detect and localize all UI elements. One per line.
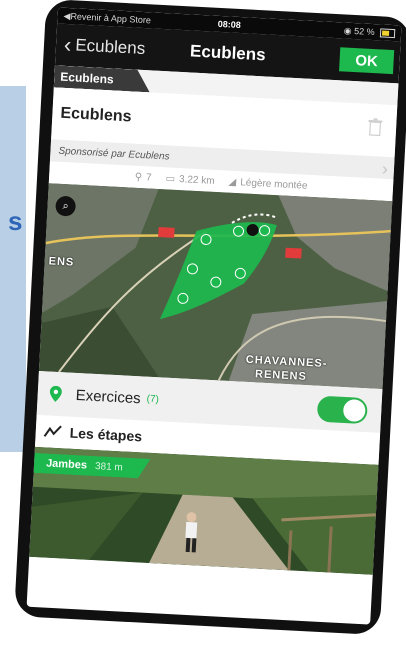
battery-icon [379,27,396,38]
chevron-right-icon: › [381,158,389,179]
sponsor-text: Sponsorisé par Ecublens [58,145,170,162]
steps-title: Les étapes [69,424,143,445]
route-map[interactable]: ⌕ ENS CHAVANNES- RENENS [38,183,393,389]
distance-value: 3.22 km [178,173,215,187]
back-button-label: Ecublens [74,35,146,59]
points-stat: ⚲ 7 [134,171,151,183]
ruler-icon: ▭ [165,172,176,185]
app-screen: ◀Revenir à App Store 08:08 ◉ 52 % ‹ Ecub… [26,7,402,625]
elevation-stat: ◢ Légère montée [228,176,307,191]
cut-off-text-glyph: s [8,206,23,236]
exercises-count: (7) [146,393,160,405]
exercises-label: Exercices [75,386,142,407]
chevron-left-icon: ‹ [63,31,73,58]
trash-icon[interactable] [368,118,383,137]
map-pin-icon [49,385,62,402]
phone-mockup: ◀Revenir à App Store 08:08 ◉ 52 % ‹ Ecub… [14,0,406,636]
ok-button[interactable]: OK [339,47,395,75]
step-photo-card[interactable]: Jambes 381 m [29,446,379,575]
satellite-map-graphic [38,183,393,389]
points-count: 7 [145,171,152,184]
pin-small-icon: ⚲ [134,171,143,183]
battery-percent: 52 % [353,25,375,37]
step-distance: 381 m [94,460,124,473]
location-icon: ◉ [343,24,352,36]
elevation-value: Légère montée [239,176,308,192]
back-button[interactable]: ‹ Ecublens [55,31,146,60]
exercises-toggle[interactable] [316,395,368,425]
step-name: Jambes [45,457,88,472]
phone-frame: ◀Revenir à App Store 08:08 ◉ 52 % ‹ Ecub… [14,0,406,636]
zigzag-route-icon [43,425,62,437]
distance-stat: ▭ 3.22 km [165,173,215,187]
route-name: Ecublens [60,104,132,126]
map-label-ens: ENS [48,255,75,269]
toggle-knob [342,398,366,423]
slope-icon: ◢ [228,176,237,188]
background-panel [0,86,26,452]
